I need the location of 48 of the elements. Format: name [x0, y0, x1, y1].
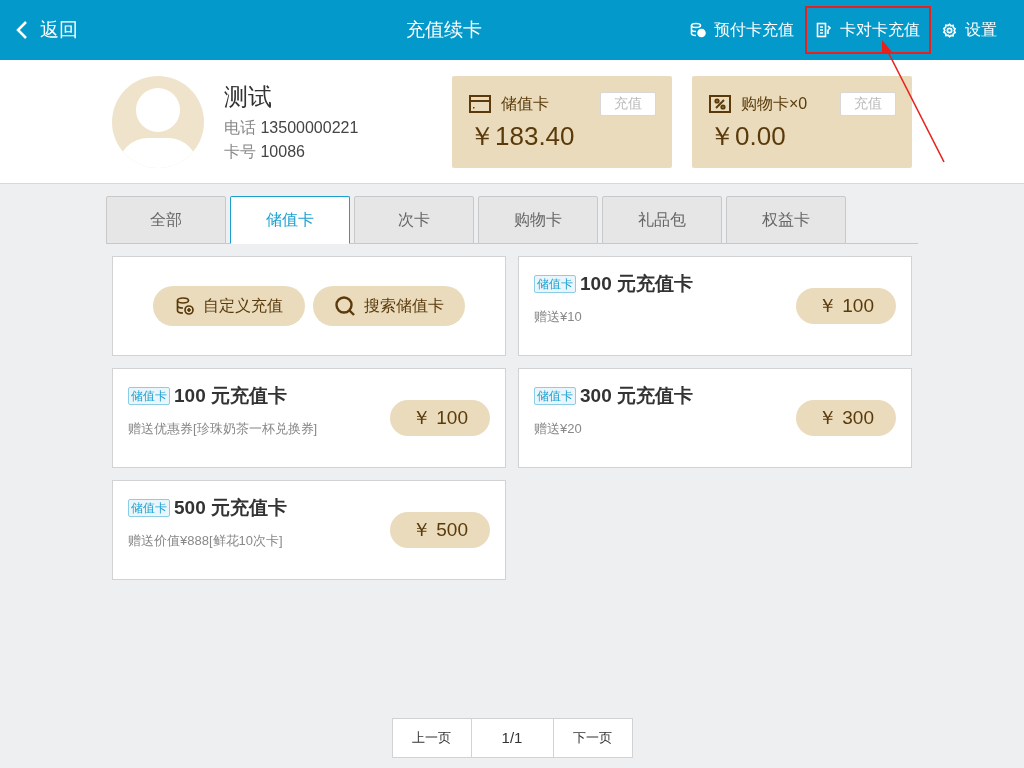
bonus-text: 赠送优惠券[珍珠奶茶一杯兑换券] [128, 419, 319, 438]
action-button[interactable]: 自定义充值 [153, 286, 305, 326]
product-card[interactable]: 储值卡 100 元充值卡 赠送¥10 ￥ 100 [518, 256, 912, 356]
next-page-button[interactable]: 下一页 [552, 718, 633, 758]
price-button[interactable]: ￥ 100 [796, 288, 896, 324]
page-indicator: 1/1 [471, 718, 553, 758]
bonus-text: 赠送¥20 [534, 419, 583, 438]
product-title: 300 元充值卡 [580, 384, 693, 408]
balance-label: 储值卡 [501, 93, 549, 114]
card-type-tag: 储值卡 [128, 387, 170, 406]
bonus-text: 赠送¥10 [534, 307, 583, 326]
search-icon [334, 295, 356, 317]
phone-number: 13500000221 [260, 118, 359, 136]
category-tab[interactable]: 全部 [106, 196, 226, 244]
category-tab[interactable]: 购物卡 [478, 196, 598, 244]
card-transfer-icon [816, 22, 832, 38]
price-button[interactable]: ￥ 500 [390, 512, 490, 548]
category-tab[interactable]: 礼品包 [602, 196, 722, 244]
price-button[interactable]: ￥ 300 [796, 400, 896, 436]
product-card[interactable]: 储值卡 500 元充值卡 赠送价值¥888[鲜花10次卡] ￥ 500 [112, 480, 506, 580]
card-label: 卡号 [224, 142, 256, 160]
member-name: 测试 [224, 81, 273, 112]
balance-amount: ￥0.00 [709, 119, 787, 153]
page-title: 充值续卡 [405, 17, 482, 42]
balance-label: 购物卡×0 [741, 93, 808, 114]
prev-page-button[interactable]: 上一页 [391, 718, 472, 758]
coins-icon [690, 22, 706, 38]
product-card[interactable]: 储值卡 300 元充值卡 赠送¥20 ￥ 300 [518, 368, 912, 468]
balance-amount: ￥183.40 [469, 119, 576, 153]
category-tab[interactable]: 权益卡 [726, 196, 846, 244]
discount-icon [709, 94, 731, 113]
coins-icon [175, 296, 195, 316]
card-type-tag: 储值卡 [534, 275, 576, 294]
back-icon [16, 20, 28, 40]
card-type-tag: 储值卡 [534, 387, 576, 406]
action-button[interactable]: 搜索储值卡 [313, 286, 465, 326]
card-number: 10086 [260, 142, 305, 160]
card-type-tag: 储值卡 [128, 499, 170, 518]
bonus-text: 赠送价值¥888[鲜花10次卡] [128, 531, 284, 550]
product-title: 100 元充值卡 [174, 384, 287, 408]
category-tab[interactable]: 次卡 [354, 196, 474, 244]
product-title: 500 元充值卡 [174, 496, 287, 520]
phone-label: 电话 [224, 118, 256, 136]
card-icon [469, 94, 491, 113]
product-card[interactable]: 储值卡 100 元充值卡 赠送优惠券[珍珠奶茶一杯兑换券] ￥ 100 [112, 368, 506, 468]
product-title: 100 元充值卡 [580, 272, 693, 296]
settings-icon [942, 22, 957, 38]
price-button[interactable]: ￥ 100 [390, 400, 490, 436]
